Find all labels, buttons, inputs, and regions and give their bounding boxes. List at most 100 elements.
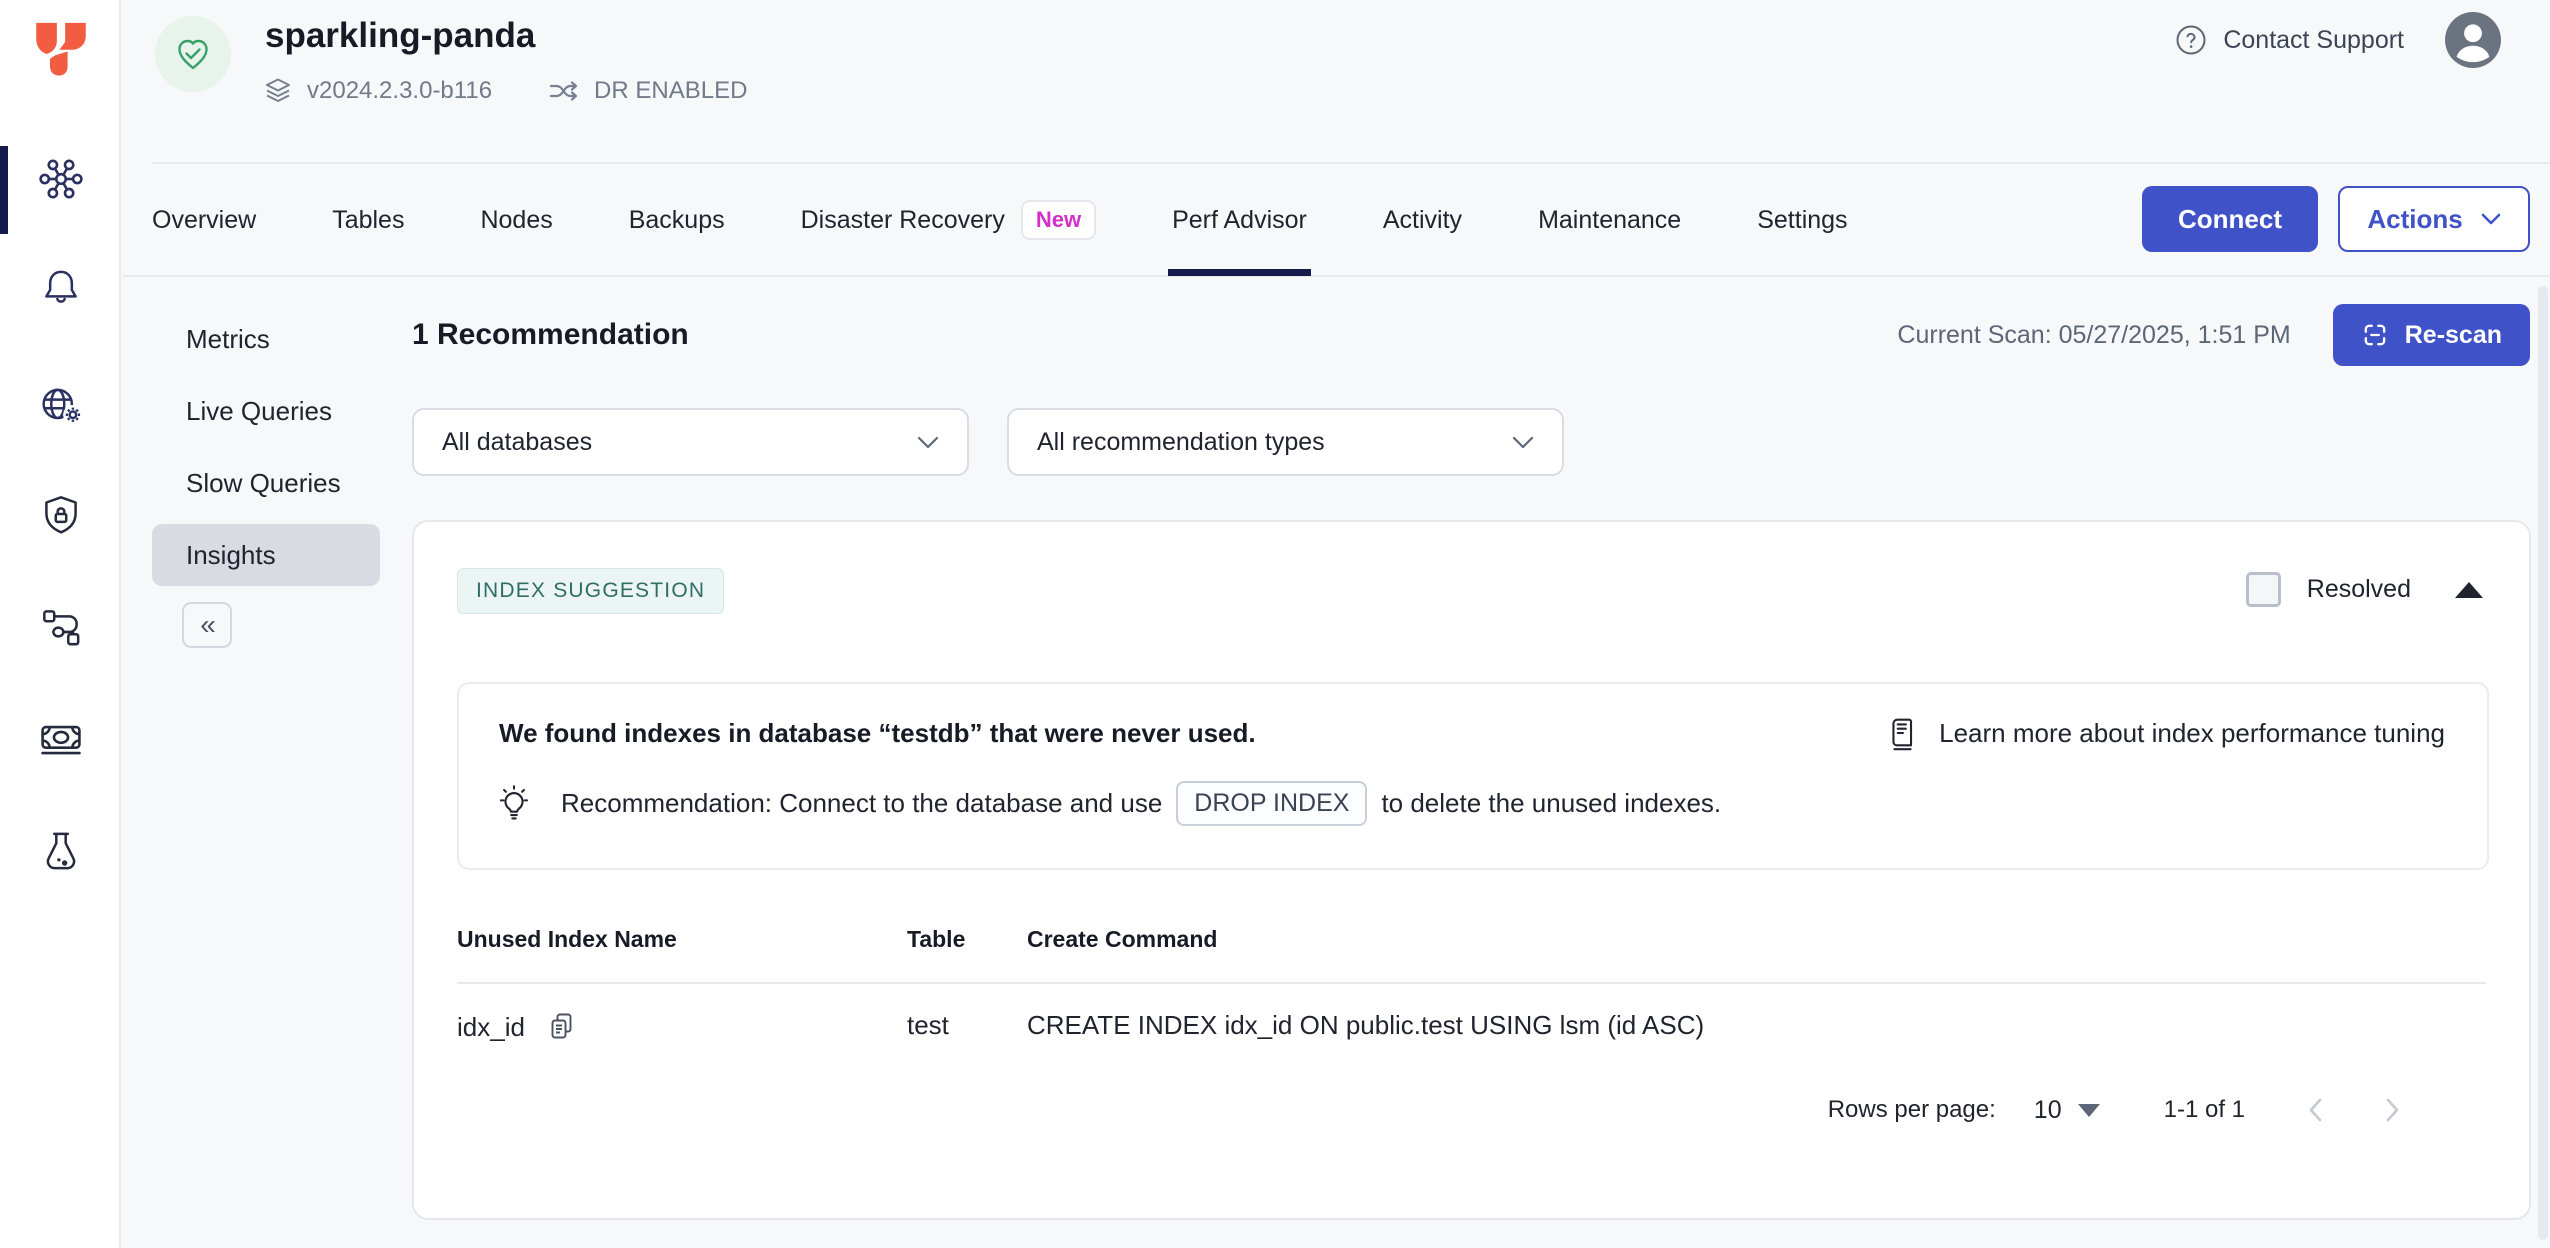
app-screen: sparkling-panda v2024.2.3.0-b116 DR ENAB… — [0, 0, 2550, 1248]
resolved-checkbox[interactable] — [2246, 572, 2281, 607]
tab-perf-advisor[interactable]: Perf Advisor — [1172, 164, 1307, 276]
tab-label: Tables — [332, 206, 404, 235]
next-page-button[interactable] — [2385, 1097, 2401, 1123]
copy-icon[interactable] — [547, 1010, 577, 1044]
finding-suffix: that were never used. — [983, 718, 1256, 748]
previous-page-button[interactable] — [2307, 1097, 2323, 1123]
header-right: Contact Support — [2174, 8, 2502, 72]
help-circle-icon — [2174, 23, 2208, 57]
lightbulb-icon — [493, 780, 535, 826]
index-table-header: Unused Index Name Table Create Command — [457, 926, 2486, 962]
collapse-card-caret-icon[interactable] — [2455, 582, 2483, 598]
actions-button[interactable]: Actions — [2338, 186, 2530, 252]
tab-label: Perf Advisor — [1172, 206, 1307, 235]
icon-rail — [0, 0, 121, 1248]
flask-icon — [36, 826, 86, 876]
column-header-create-command: Create Command — [1027, 926, 1217, 953]
tab-label: Disaster Recovery — [801, 206, 1005, 235]
type-filter-value: All recommendation types — [1037, 428, 1325, 457]
tab-nodes[interactable]: Nodes — [480, 164, 552, 276]
rows-per-page-value[interactable]: 10 — [2034, 1096, 2062, 1125]
finding-panel: We found indexes in database “testdb” th… — [457, 682, 2489, 870]
tab-tables[interactable]: Tables — [332, 164, 404, 276]
chevron-down-icon — [2481, 213, 2501, 225]
finding-message-row: We found indexes in database “testdb” th… — [499, 714, 2445, 752]
tab-backups[interactable]: Backups — [629, 164, 725, 276]
tab-overview[interactable]: Overview — [152, 164, 256, 276]
recommendation-row: Recommendation: Connect to the database … — [493, 780, 1721, 826]
database-filter-value: All databases — [442, 428, 592, 457]
rescan-button[interactable]: Re-scan — [2333, 304, 2530, 366]
cluster-name-title: sparkling-panda — [265, 16, 535, 56]
index-name-value: idx_id — [457, 1012, 525, 1043]
sidebar-item-clusters[interactable] — [34, 152, 88, 206]
sidebar-item-regions[interactable] — [34, 378, 88, 432]
sidenav-item-metrics[interactable]: Metrics — [152, 308, 380, 370]
pagination-bar: Rows per page: 10 1-1 of 1 — [1828, 1080, 2401, 1140]
tab-label: Overview — [152, 206, 256, 235]
filter-row: All databases All recommendation types — [412, 408, 1564, 476]
tab-label: Backups — [629, 206, 725, 235]
shield-lock-icon — [36, 490, 86, 540]
sidebar-item-labs[interactable] — [34, 824, 88, 878]
tab-settings[interactable]: Settings — [1757, 164, 1847, 276]
suggestion-type-badge: INDEX SUGGESTION — [457, 568, 724, 614]
new-feature-badge: New — [1021, 200, 1096, 240]
shuffle-icon — [548, 78, 580, 104]
finding-database-name: “testdb” — [879, 718, 983, 748]
perf-advisor-side-nav: Metrics Live Queries Slow Queries Insigh… — [152, 308, 380, 648]
user-avatar[interactable] — [2444, 11, 2502, 69]
sidebar-item-integrations[interactable] — [34, 600, 88, 654]
chevron-down-icon — [1512, 436, 1534, 449]
tab-activity[interactable]: Activity — [1383, 164, 1462, 276]
cluster-hub-icon — [35, 153, 87, 205]
version-label: v2024.2.3.0-b116 — [307, 77, 492, 105]
heart-check-icon — [171, 32, 215, 76]
sidenav-item-insights[interactable]: Insights — [152, 524, 380, 586]
resolved-controls: Resolved — [2246, 572, 2483, 607]
book-icon — [1883, 714, 1921, 752]
workflow-icon — [36, 602, 86, 652]
tab-disaster-recovery[interactable]: Disaster Recovery New — [801, 164, 1096, 276]
sidenav-label: Insights — [186, 540, 276, 571]
finding-message: We found indexes in database “testdb” th… — [499, 718, 1256, 749]
tab-label: Nodes — [480, 206, 552, 235]
tab-label: Settings — [1757, 206, 1847, 235]
sidebar-item-billing[interactable] — [34, 712, 88, 766]
collapse-sidebar-button[interactable]: « — [182, 602, 232, 648]
chevron-down-icon — [917, 436, 939, 449]
contact-support-button[interactable]: Contact Support — [2174, 23, 2404, 57]
page-range-label: 1-1 of 1 — [2164, 1096, 2245, 1124]
sidenav-item-live-queries[interactable]: Live Queries — [152, 380, 380, 442]
globe-gear-icon — [35, 379, 87, 431]
rows-per-page-label: Rows per page: — [1828, 1096, 1996, 1124]
current-scan-label: Current Scan: 05/27/2025, 1:51 PM — [1897, 321, 2290, 350]
sidebar-item-alerts[interactable] — [34, 260, 88, 314]
tab-label: Maintenance — [1538, 206, 1681, 235]
rows-per-page-caret-icon[interactable] — [2078, 1104, 2100, 1117]
bell-icon — [36, 262, 86, 312]
yugabyte-logo-icon[interactable] — [28, 16, 94, 82]
tab-label: Activity — [1383, 206, 1462, 235]
tab-maintenance[interactable]: Maintenance — [1538, 164, 1681, 276]
rail-active-indicator — [0, 146, 8, 234]
table-header-divider — [457, 982, 2486, 984]
column-header-table: Table — [907, 926, 965, 953]
connect-button[interactable]: Connect — [2142, 186, 2318, 252]
actions-label: Actions — [2367, 204, 2462, 235]
learn-more-link[interactable]: Learn more about index performance tunin… — [1883, 714, 2445, 752]
resolved-label: Resolved — [2307, 575, 2411, 604]
scan-controls: Current Scan: 05/27/2025, 1:51 PM Re-sca… — [1897, 304, 2530, 366]
vertical-scrollbar[interactable] — [2538, 286, 2548, 1240]
sidenav-label: Slow Queries — [186, 468, 341, 499]
column-header-index-name: Unused Index Name — [457, 926, 677, 953]
database-filter-select[interactable]: All databases — [412, 408, 969, 476]
sidenav-item-slow-queries[interactable]: Slow Queries — [152, 452, 380, 514]
dr-status-label: DR ENABLED — [594, 77, 747, 105]
recommendation-suffix: to delete the unused indexes. — [1381, 788, 1721, 819]
sidebar-item-security[interactable] — [34, 488, 88, 542]
active-tab-indicator — [1168, 269, 1311, 276]
recommendation-card: INDEX SUGGESTION Resolved We found index… — [412, 520, 2531, 1220]
index-name-cell: idx_id — [457, 1010, 577, 1044]
recommendation-type-filter-select[interactable]: All recommendation types — [1007, 408, 1564, 476]
